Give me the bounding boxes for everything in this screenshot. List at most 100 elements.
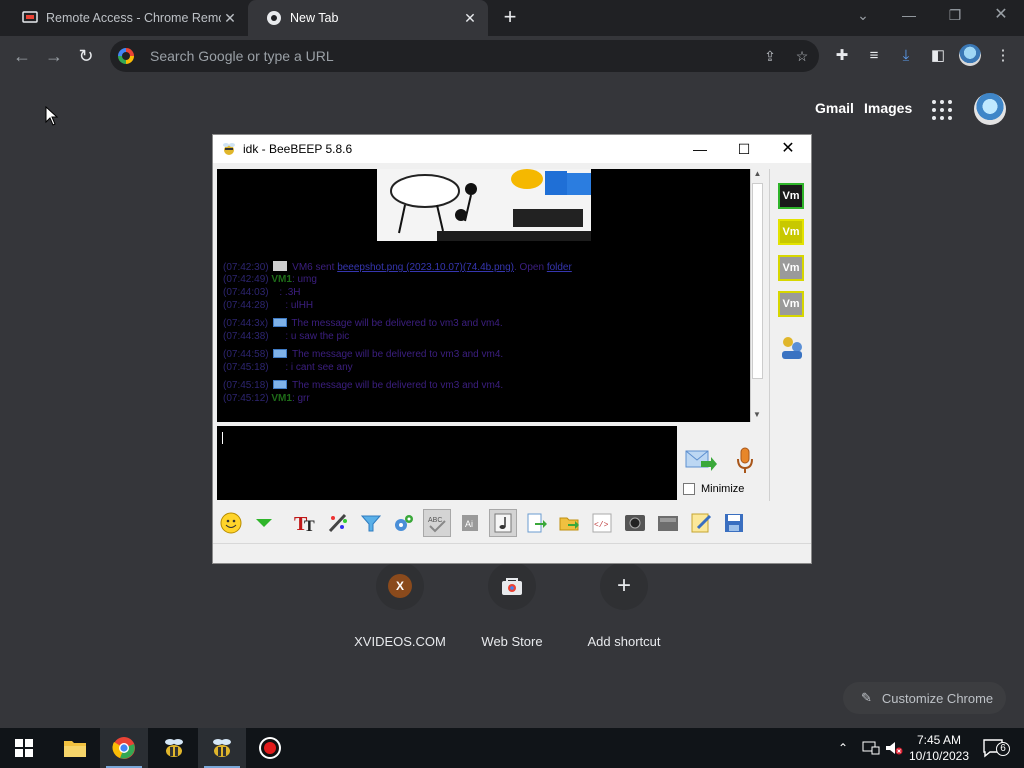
user-vm-4[interactable]: Vm — [778, 291, 804, 317]
forward-icon[interactable]: → — [42, 44, 66, 68]
font-icon[interactable]: TT — [291, 509, 319, 537]
settings-gears-icon[interactable] — [390, 509, 418, 537]
shortcut-xvideos[interactable]: X XVIDEOS.COM — [340, 562, 460, 649]
send-file-icon[interactable] — [522, 509, 550, 537]
edit-notes-icon[interactable] — [687, 509, 715, 537]
side-panel-icon[interactable]: ◧ — [928, 46, 948, 66]
tab-search-icon[interactable]: ⌄ — [840, 0, 886, 30]
gmail-link[interactable]: Gmail — [815, 100, 854, 116]
show-hidden-icons[interactable]: ⌃ — [838, 728, 848, 768]
window-close-button[interactable]: ✕ — [978, 0, 1024, 30]
bookmark-star-icon[interactable]: ☆ — [794, 48, 810, 64]
send-folder-icon[interactable] — [555, 509, 583, 537]
clear-chat-icon[interactable] — [654, 509, 682, 537]
open-folder-link[interactable]: folder — [547, 262, 572, 273]
customize-chrome-button[interactable]: ✎ Customize Chrome — [843, 682, 1006, 714]
group-users-icon[interactable] — [778, 333, 806, 361]
chat-line: (07:45:18) : i cant see any — [223, 362, 353, 373]
profile-avatar[interactable] — [959, 44, 981, 66]
user-vm-2[interactable]: Vm — [778, 219, 804, 245]
chrome-menu-icon[interactable]: ⋮ — [993, 46, 1013, 66]
shortcut-add[interactable]: + Add shortcut — [564, 562, 684, 649]
add-shortcut-icon: + — [616, 572, 631, 599]
window-restore-button[interactable]: ❐ — [932, 0, 978, 30]
download-icon[interactable]: ⤓ — [896, 46, 916, 66]
filter-icon[interactable] — [357, 509, 385, 537]
chat-scrollbar[interactable]: ▲ ▼ — [750, 169, 764, 422]
beebeep-taskbar-2[interactable] — [198, 728, 246, 768]
screenshot-thumbnail[interactable] — [377, 169, 591, 241]
file-link[interactable]: beeepshot.png (2023.10.07)(74.4b.png) — [337, 262, 514, 273]
chat-text: : umg — [291, 274, 317, 285]
beebeep-taskbar-1[interactable] — [150, 728, 198, 768]
html-code-icon[interactable]: </> — [588, 509, 616, 537]
customize-label: Customize Chrome — [881, 690, 994, 706]
tab-remote-access[interactable]: Remote Access - Chrome Remote Desktop ✕ — [4, 0, 248, 36]
beebeep-maximize-button[interactable]: ☐ — [721, 135, 767, 163]
beebeep-close-button[interactable]: ✕ — [765, 135, 811, 163]
start-button[interactable] — [0, 728, 48, 768]
system-clock[interactable]: 7:45 AM 10/10/2023 — [905, 732, 973, 764]
user-vm-3[interactable]: Vm — [778, 255, 804, 281]
emoji-menu-icon[interactable] — [250, 509, 278, 537]
beebeep-minimize-button[interactable]: — — [677, 135, 723, 163]
scroll-down-arrow[interactable]: ▼ — [751, 410, 763, 422]
file-explorer-taskbar[interactable] — [51, 728, 99, 768]
scroll-thumb[interactable] — [752, 183, 763, 379]
close-tab-icon[interactable]: ✕ — [220, 8, 240, 28]
notifications-button[interactable]: 6 — [982, 728, 1010, 768]
screenshot-icon[interactable] — [621, 509, 649, 537]
share-icon[interactable]: ⇪ — [762, 48, 778, 64]
address-bar[interactable]: Search Google or type a URL ⇪ ☆ — [110, 40, 819, 72]
extensions-icon[interactable]: ✚ — [832, 46, 852, 66]
timestamp: (07:44:03) — [223, 287, 269, 298]
close-tab-icon[interactable]: ✕ — [460, 8, 480, 28]
mouse-cursor-icon — [45, 106, 59, 126]
word-completer-icon[interactable]: Ai — [456, 509, 484, 537]
chat-history[interactable]: (07:42:30) VM6 sent beeepshot.png (2023.… — [217, 169, 752, 422]
chat-line: (07:42:49) VM1: umg — [223, 274, 317, 285]
window-minimize-button[interactable]: — — [886, 0, 932, 30]
shortcut-web-store[interactable]: Web Store — [452, 562, 572, 649]
volume-muted-icon[interactable] — [884, 728, 904, 768]
sender-name: VM1 — [271, 274, 292, 285]
beebeep-titlebar[interactable]: idk - BeeBEEP 5.8.6 — ☐ ✕ — [213, 135, 811, 163]
chat-text: : i cant see any — [285, 362, 353, 373]
chat-line: (07:44:38) : u saw the pic — [223, 331, 349, 342]
google-account-avatar[interactable] — [974, 93, 1006, 125]
user-vm-1[interactable]: Vm — [778, 183, 804, 209]
tab-title: New Tab — [290, 11, 339, 25]
chat-line: (07:44:58) The message will be delivered… — [223, 349, 503, 360]
scroll-up-arrow[interactable]: ▲ — [751, 169, 764, 181]
microphone-icon[interactable] — [735, 447, 755, 475]
save-chat-icon[interactable] — [720, 509, 748, 537]
reload-icon[interactable]: ↻ — [74, 44, 98, 68]
minimize-checkbox[interactable] — [683, 483, 695, 495]
record-icon — [259, 737, 281, 759]
emoji-icon[interactable] — [217, 509, 245, 537]
folder-icon — [64, 741, 86, 757]
minimize-option[interactable]: Minimize — [683, 483, 744, 495]
beebeep-app-icon — [223, 143, 235, 155]
chrome-taskbar[interactable] — [100, 728, 148, 768]
network-icon[interactable] — [862, 728, 880, 768]
chat-line: (07:44:28) : ulHH — [223, 300, 313, 311]
music-note-icon[interactable] — [489, 509, 517, 537]
message-input[interactable] — [217, 426, 677, 500]
google-apps-icon[interactable] — [932, 100, 952, 120]
images-link[interactable]: Images — [864, 100, 912, 116]
new-tab-button[interactable]: + — [498, 6, 522, 30]
address-placeholder: Search Google or type a URL — [150, 48, 334, 64]
font-color-icon[interactable] — [324, 509, 352, 537]
recorder-taskbar[interactable] — [246, 728, 294, 768]
send-message-icon[interactable] — [685, 447, 717, 473]
chat-text: The message will be delivered to vm3 and… — [291, 318, 503, 329]
spellcheck-icon[interactable]: ABC — [423, 509, 451, 537]
timestamp: (07:44:3x) — [223, 318, 269, 329]
clock-time: 7:45 AM — [916, 733, 962, 747]
tab-new-tab[interactable]: New Tab ✕ — [248, 0, 488, 36]
chat-text: : .3H — [279, 287, 301, 298]
media-controls-icon[interactable]: ≡ — [864, 46, 884, 66]
minimize-label: Minimize — [701, 483, 745, 495]
back-icon[interactable]: ← — [10, 44, 34, 68]
